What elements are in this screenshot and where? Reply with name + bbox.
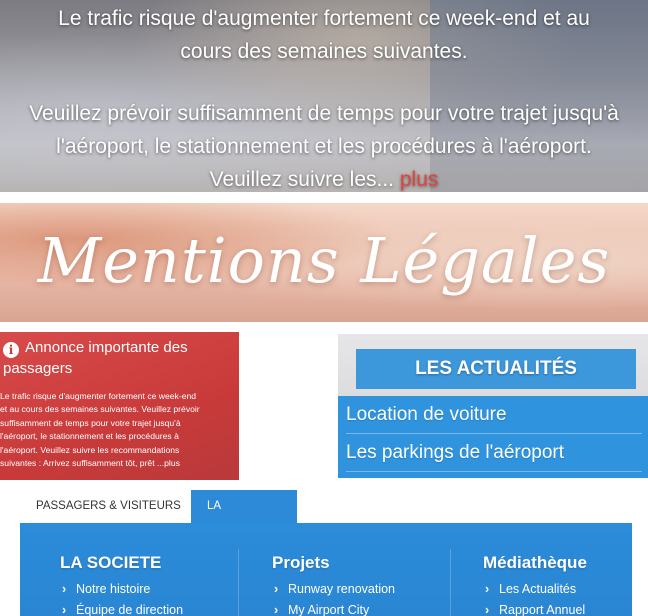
news-link-car-rental[interactable]: Location de voiture (346, 396, 642, 434)
notice-body-line: Le trafic risque d'augmenter fortement c… (0, 391, 197, 401)
hero-line: l'aéroport, le stationnement et les proc… (56, 135, 592, 158)
menu-column-title[interactable]: Médiathèque (483, 553, 587, 573)
hero-line: cours des semaines suivantes. (180, 40, 468, 63)
notice-body: Le trafic risque d'augmenter fortement c… (0, 390, 236, 470)
notice-heading: i Annonce importante des passagers (3, 337, 235, 379)
menu-link-label: Notre histoire (76, 582, 151, 596)
hero-line: Veuillez suivre les... (209, 168, 395, 191)
tab-label: PASSAGERS & VISITEURS (36, 500, 181, 512)
hero-paragraph-1: Le trafic risque d'augmenter fortement c… (0, 2, 648, 68)
menu-link-rapport-annuel[interactable]: › Rapport Annuel (485, 603, 585, 616)
chevron-right-icon: › (485, 582, 490, 596)
chevron-right-icon: › (274, 582, 279, 596)
menu-link-notre-histoire[interactable]: › Notre histoire (62, 582, 150, 596)
hero-line: Veuillez prévoir suffisamment de temps p… (29, 102, 619, 125)
notice-title-line: passagers (3, 360, 73, 377)
main-nav: PASSAGERS & VISITEURS⌄ LA SOCIETE⌄ (20, 490, 297, 545)
menu-link-actualites[interactable]: › Les Actualités (485, 582, 576, 596)
menu-column-title[interactable]: LA SOCIETE (60, 553, 161, 573)
menu-link-my-airport-city[interactable]: › My Airport City (274, 603, 369, 616)
notice-title-line: Annonce importante des (25, 339, 188, 356)
notice-body-line: suffisamment de temps pour votre trajet … (0, 417, 181, 428)
menu-link-label: My Airport City (288, 603, 370, 616)
menu-link-label: Runway renovation (288, 582, 396, 596)
hero-paragraph-2: Veuillez prévoir suffisamment de temps p… (0, 97, 648, 192)
menu-link-equipe-direction[interactable]: › Équipe de direction (62, 603, 183, 616)
hero-banner: Le trafic risque d'augmenter fortement c… (0, 0, 648, 192)
notice-body-line: l'aéroport. Veuillez suivre les recomman… (0, 444, 180, 455)
news-link-parkings[interactable]: Les parkings de l'aéroport (346, 434, 642, 472)
chevron-right-icon: › (274, 603, 279, 616)
hero-more-link[interactable]: plus (400, 168, 439, 191)
tab-la-societe[interactable]: LA SOCIETE⌄ (191, 490, 297, 545)
menu-link-label: Équipe de direction (76, 603, 184, 616)
notice-body-line: et au cours des semaines suivantes. Veui… (0, 404, 200, 415)
mega-menu: LA SOCIETE › Notre histoire › Équipe de di… (20, 523, 632, 616)
menu-column-title[interactable]: Projets (272, 553, 330, 573)
passenger-notice[interactable]: i Annonce importante des passagers Le tra… (0, 332, 239, 480)
chevron-right-icon: › (485, 603, 490, 616)
column-divider (450, 549, 451, 616)
mentions-legales-banner: Mentions Légales (0, 203, 648, 322)
tab-passagers-visiteurs[interactable]: PASSAGERS & VISITEURS⌄ (36, 490, 204, 523)
chevron-right-icon: › (62, 603, 67, 616)
menu-link-runway-renovation[interactable]: › Runway renovation (274, 582, 395, 596)
chevron-right-icon: › (62, 582, 67, 596)
menu-link-label: Rapport Annuel (499, 603, 586, 616)
info-icon: i (3, 342, 19, 358)
notice-body-line: l'aéroport, le stationnement et les proc… (0, 431, 179, 442)
mentions-title: Mentions Légales (37, 224, 611, 297)
notice-body-line: suivantes : Arrivez suffisamment tôt, pr… (0, 458, 180, 469)
news-list: Location de voiture Les parkings de l'aé… (338, 396, 648, 478)
hero-line: Le trafic risque d'augmenter fortement c… (58, 7, 590, 30)
hero-line-with-link: Veuillez suivre les... plus (0, 163, 648, 192)
news-panel: LES ACTUALITÉS Location de voiture Les p… (338, 334, 648, 478)
news-title[interactable]: LES ACTUALITÉS (356, 349, 636, 389)
column-divider (238, 549, 239, 616)
menu-link-label: Les Actualités (499, 582, 577, 596)
